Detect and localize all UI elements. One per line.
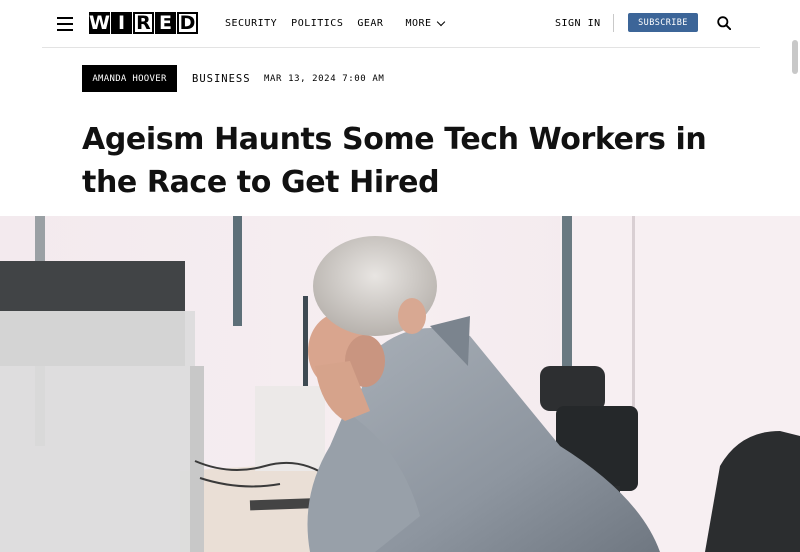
logo-letter: I [111,12,132,34]
header-divider [613,14,614,32]
chevron-down-icon [436,17,445,26]
logo-letter: R [133,12,154,34]
subscribe-button[interactable]: SUBSCRIBE [628,13,698,32]
nav-more-label: MORE [405,18,432,29]
logo-letter: E [155,12,176,34]
primary-nav: SECURITY POLITICS GEAR MORE [225,17,458,29]
logo-letter: W [89,12,110,34]
nav-more-dropdown[interactable]: MORE [405,17,445,29]
site-header: W I R E D SECURITY POLITICS GEAR MORE SI… [0,0,800,48]
search-icon[interactable] [717,16,731,30]
logo-letter: D [177,12,198,34]
author-byline[interactable]: AMANDA HOOVER [82,65,177,92]
hamburger-menu-icon[interactable] [57,17,73,31]
article-category[interactable]: BUSINESS [192,73,251,85]
wired-logo[interactable]: W I R E D [89,12,199,34]
hero-photo [0,216,800,552]
publish-date: MAR 13, 2024 7:00 AM [264,74,385,84]
page-scrollbar[interactable] [792,40,798,74]
article-headline: Ageism Haunts Some Tech Workers in the R… [82,122,707,200]
sign-in-link[interactable]: SIGN IN [555,18,601,29]
nav-link-gear[interactable]: GEAR [357,18,383,29]
nav-link-security[interactable]: SECURITY [225,18,277,29]
nav-link-politics[interactable]: POLITICS [291,18,343,29]
hero-image [0,216,800,552]
header-rule [42,47,760,48]
